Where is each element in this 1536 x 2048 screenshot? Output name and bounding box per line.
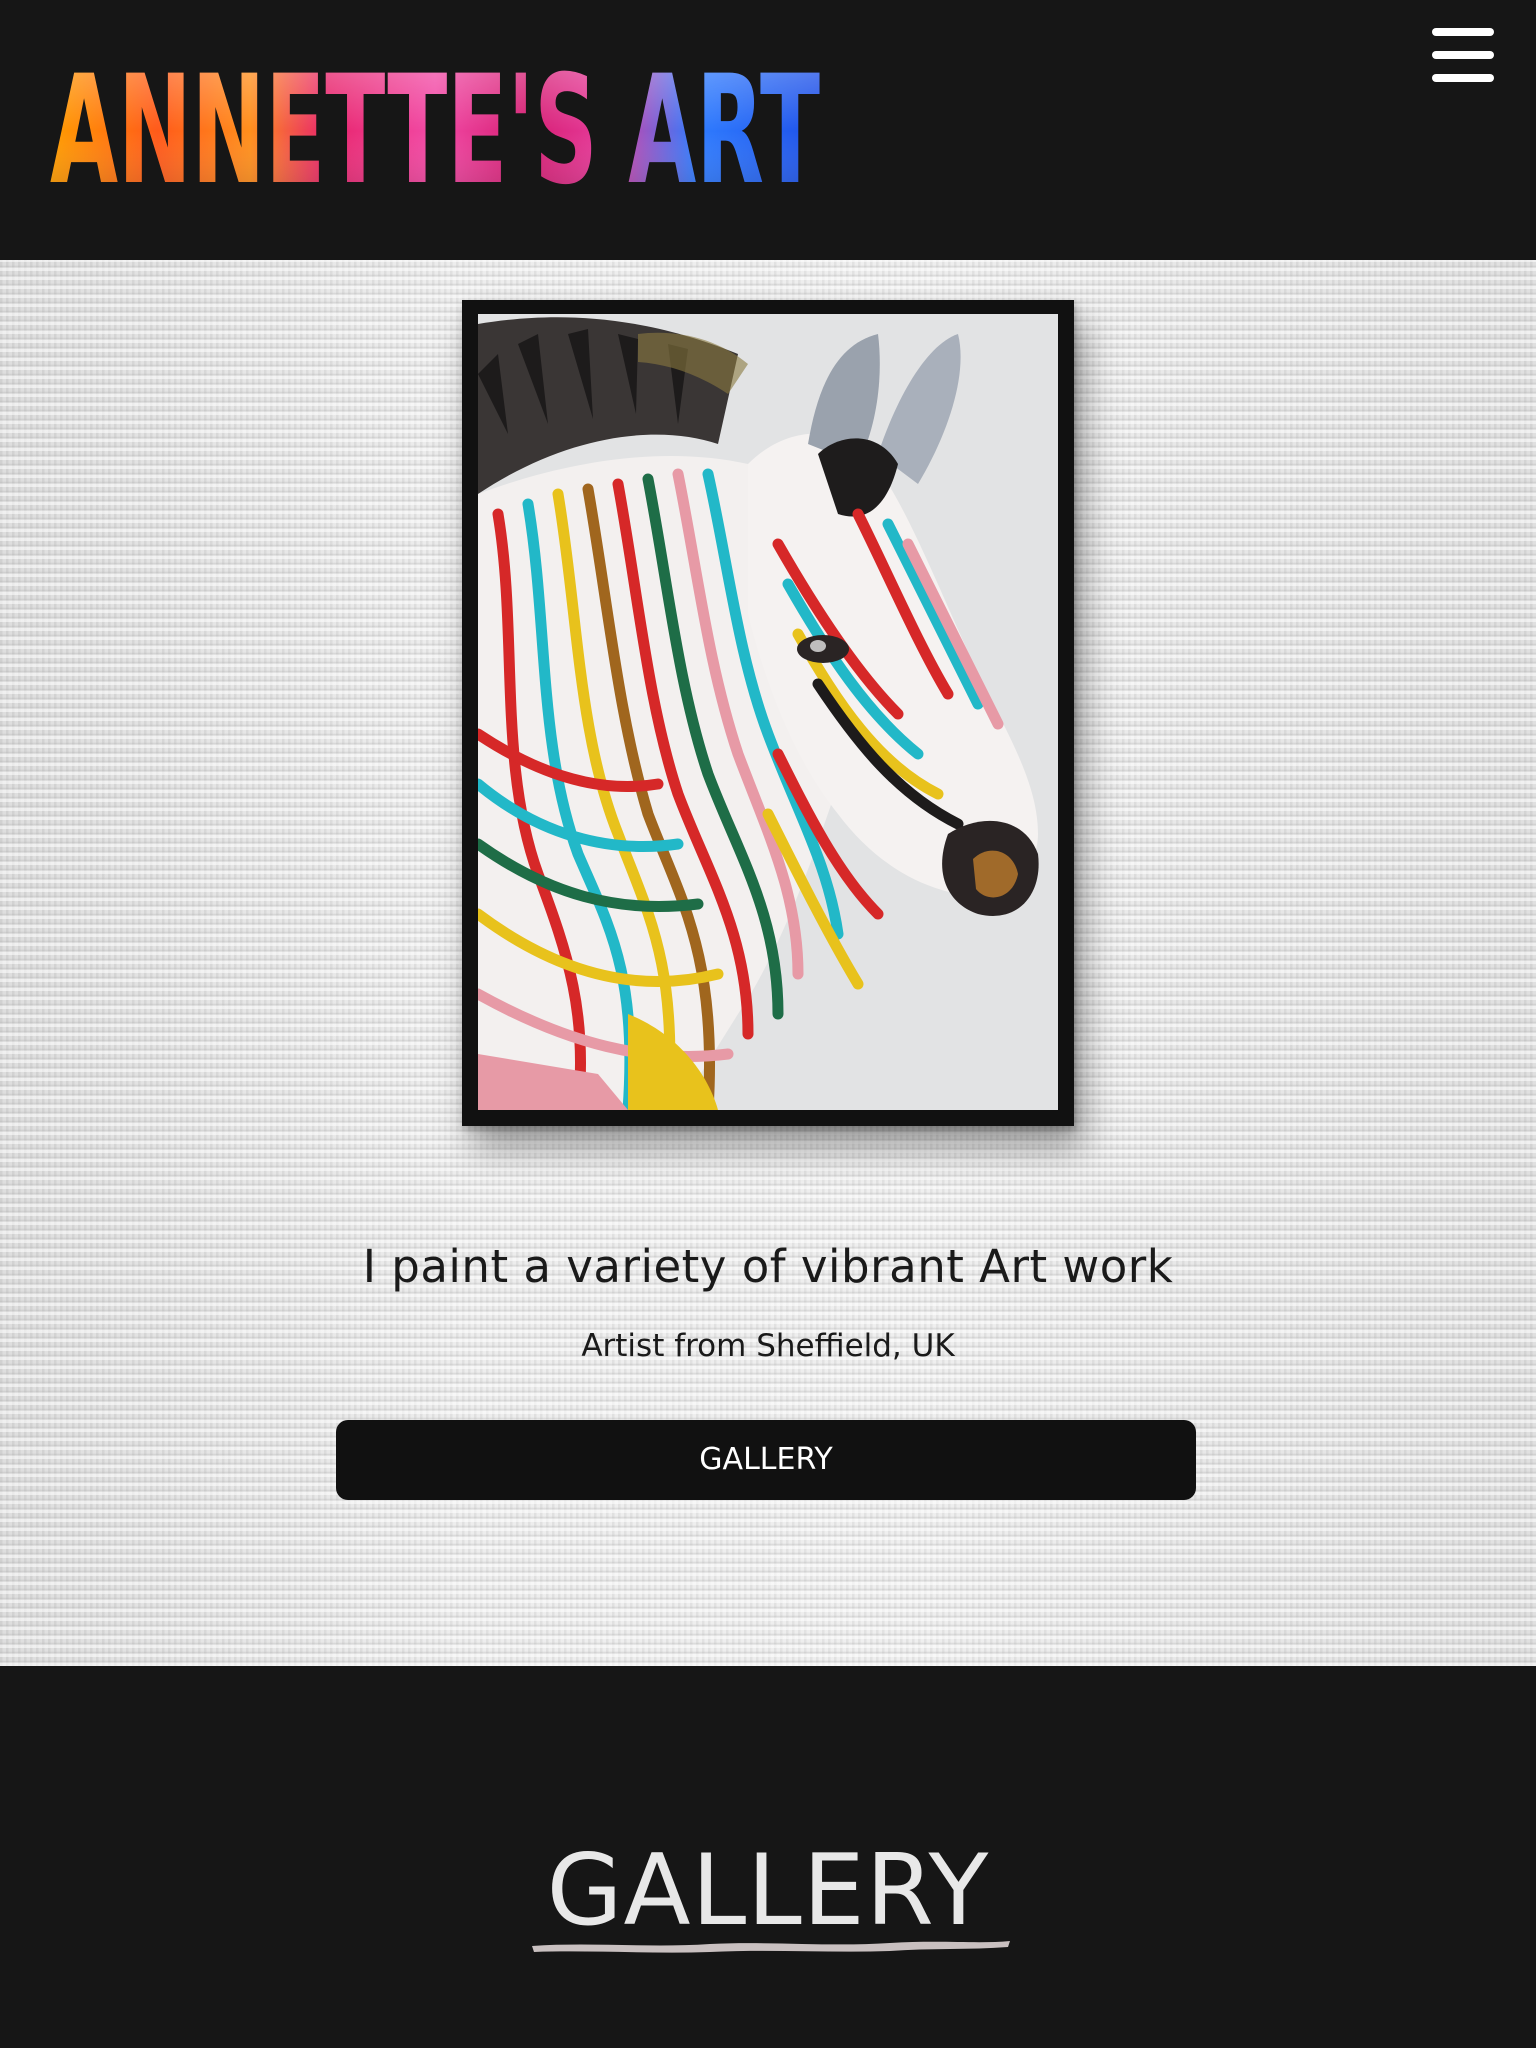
hamburger-menu-icon [1432,28,1494,36]
hamburger-menu-button[interactable] [1428,26,1498,84]
logo-text-shade: ANNETTE'S ART [50,56,820,191]
brush-underline-icon [530,1936,1012,1954]
gallery-heading: GALLERY [546,1834,990,1948]
zebra-artwork-image [478,314,1058,1110]
site-logo[interactable]: ANNETTE'S ART ANNETTE'S ART [50,56,820,191]
brush-stroke [532,1941,1010,1953]
hero-tagline: I paint a variety of vibrant Art work [362,1240,1174,1293]
gallery-section: GALLERY [0,1666,1536,2048]
gallery-button[interactable]: GALLERY [336,1420,1196,1500]
logo-wordmark: ANNETTE'S ART ANNETTE'S ART [50,56,820,191]
painting-frame [462,300,1074,1126]
hero-section: I paint a variety of vibrant Art work Ar… [0,260,1536,1666]
hamburger-menu-icon-bar [1432,74,1494,82]
hamburger-menu-icon-bar [1432,51,1494,59]
hero-subtitle: Artist from Sheffield, UK [581,1328,955,1364]
site-header: ANNETTE'S ART ANNETTE'S ART [0,0,1536,260]
zebra-painting [478,314,1058,1110]
